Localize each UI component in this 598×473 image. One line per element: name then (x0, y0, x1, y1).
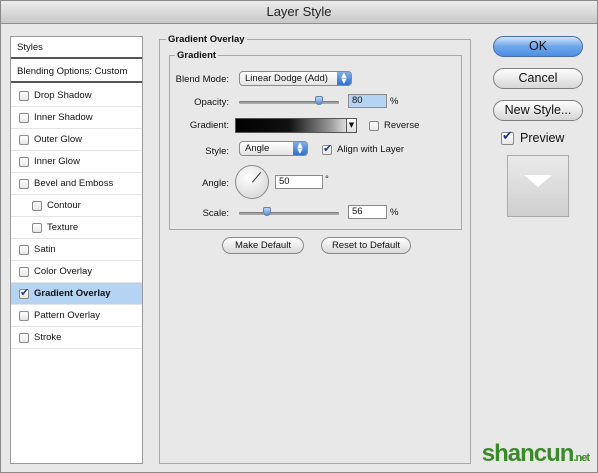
make-default-button[interactable]: Make Default (222, 237, 304, 254)
watermark-logo: shancun.net (481, 440, 590, 468)
style-item-label: Drop Shadow (34, 90, 92, 101)
style-item-stroke[interactable]: Stroke (11, 327, 142, 349)
angle-input[interactable]: 50 (275, 175, 323, 189)
gradient-picker[interactable] (235, 118, 355, 133)
cancel-button[interactable]: Cancel (493, 68, 583, 89)
style-preview-thumbnail (507, 155, 569, 217)
style-item-label: Stroke (34, 332, 62, 343)
preview-checkbox[interactable]: Preview (501, 129, 565, 145)
gradient-overlay-title: Gradient Overlay (166, 34, 247, 45)
blend-mode-select[interactable]: Linear Dodge (Add) ▲ ▼ (239, 71, 352, 86)
style-item-texture[interactable]: Texture (11, 217, 142, 239)
reverse-checkbox[interactable]: Reverse (369, 120, 419, 131)
style-item-label: Gradient Overlay (34, 288, 111, 299)
style-item-label: Outer Glow (34, 134, 83, 145)
gradient-dropdown-arrow-icon[interactable]: ▼ (346, 118, 357, 133)
style-item-label: Satin (34, 244, 56, 255)
style-item-label: Texture (47, 222, 79, 233)
select-arrows-icon: ▲ ▼ (293, 142, 307, 155)
gradient-label: Gradient: (189, 120, 229, 131)
angle-dial[interactable] (235, 165, 269, 199)
watermark-sub: .net (573, 452, 590, 464)
scale-input[interactable]: 56 (348, 205, 387, 219)
reverse-checkbox-box[interactable] (369, 120, 379, 131)
select-arrows-icon: ▲ ▼ (337, 72, 351, 85)
style-item-checkbox[interactable] (32, 200, 42, 211)
opacity-label: Opacity: (194, 97, 229, 108)
style-item-checkbox[interactable] (19, 286, 29, 299)
style-item-checkbox[interactable] (19, 178, 29, 189)
align-with-layer-label: Align with Layer (337, 144, 405, 155)
blend-mode-label: Blend Mode: (175, 74, 229, 85)
scale-unit: % (390, 207, 399, 218)
style-item-pattern-overlay[interactable]: Pattern Overlay (11, 305, 142, 327)
scale-slider-thumb[interactable] (263, 207, 271, 216)
layer-style-dialog: Layer Style Styles Blending Options: Cus… (0, 0, 598, 473)
style-item-checkbox[interactable] (19, 266, 29, 277)
style-item-gradient-overlay[interactable]: Gradient Overlay (11, 283, 142, 305)
style-item-checkbox[interactable] (19, 156, 29, 167)
blend-mode-value: Linear Dodge (Add) (245, 73, 328, 84)
preview-checkbox-box[interactable] (501, 129, 514, 145)
style-item-checkbox[interactable] (19, 112, 29, 123)
style-item-label: Bevel and Emboss (34, 178, 114, 189)
new-style-button[interactable]: New Style... (493, 100, 583, 121)
align-checkbox-box[interactable] (322, 142, 332, 155)
style-item-checkbox[interactable] (19, 90, 29, 101)
style-item-bevel-and-emboss[interactable]: Bevel and Emboss (11, 173, 142, 195)
style-item-outer-glow[interactable]: Outer Glow (11, 129, 142, 151)
style-item-label: Inner Shadow (34, 112, 93, 123)
reset-to-default-button[interactable]: Reset to Default (321, 237, 411, 254)
style-item-checkbox[interactable] (19, 332, 29, 343)
ok-button[interactable]: OK (493, 36, 583, 57)
blending-options-item[interactable]: Blending Options: Custom (11, 61, 142, 83)
opacity-unit: % (390, 96, 399, 107)
scale-label: Scale: (202, 208, 229, 219)
style-item-inner-glow[interactable]: Inner Glow (11, 151, 142, 173)
style-item-inner-shadow[interactable]: Inner Shadow (11, 107, 142, 129)
watermark-main: shancun (481, 440, 575, 467)
style-select[interactable]: Angle ▲ ▼ (239, 141, 308, 156)
style-item-drop-shadow[interactable]: Drop Shadow (11, 85, 142, 107)
styles-header[interactable]: Styles (11, 37, 142, 59)
style-item-checkbox[interactable] (32, 222, 42, 233)
styles-list: Styles Blending Options: Custom Drop Sha… (10, 36, 143, 464)
angle-unit: ° (325, 174, 329, 185)
style-item-checkbox[interactable] (19, 310, 29, 321)
angle-indicator (252, 172, 262, 183)
opacity-slider-thumb[interactable] (315, 96, 323, 105)
reverse-label: Reverse (384, 120, 420, 131)
style-item-color-overlay[interactable]: Color Overlay (11, 261, 142, 283)
opacity-slider[interactable] (239, 101, 339, 104)
window-title: Layer Style (1, 1, 597, 24)
opacity-input[interactable]: 80 (348, 94, 387, 108)
preview-label: Preview (520, 131, 565, 145)
styles-header-label: Styles (17, 41, 43, 53)
align-with-layer-checkbox[interactable]: Align with Layer (322, 142, 405, 155)
gradient-group-title: Gradient (175, 50, 219, 61)
style-value: Angle (245, 143, 270, 154)
style-item-satin[interactable]: Satin (11, 239, 142, 261)
style-item-label: Inner Glow (34, 156, 80, 167)
style-item-checkbox[interactable] (19, 134, 29, 145)
angle-label: Angle: (202, 178, 229, 189)
style-item-checkbox[interactable] (19, 244, 29, 255)
blending-options-label: Blending Options: Custom (17, 65, 128, 77)
style-item-label: Color Overlay (34, 266, 93, 277)
scale-slider[interactable] (239, 212, 339, 215)
preview-triangle-icon (524, 175, 552, 187)
style-item-label: Pattern Overlay (34, 310, 100, 321)
style-item-contour[interactable]: Contour (11, 195, 142, 217)
style-label: Style: (205, 146, 229, 157)
style-item-label: Contour (47, 200, 81, 211)
